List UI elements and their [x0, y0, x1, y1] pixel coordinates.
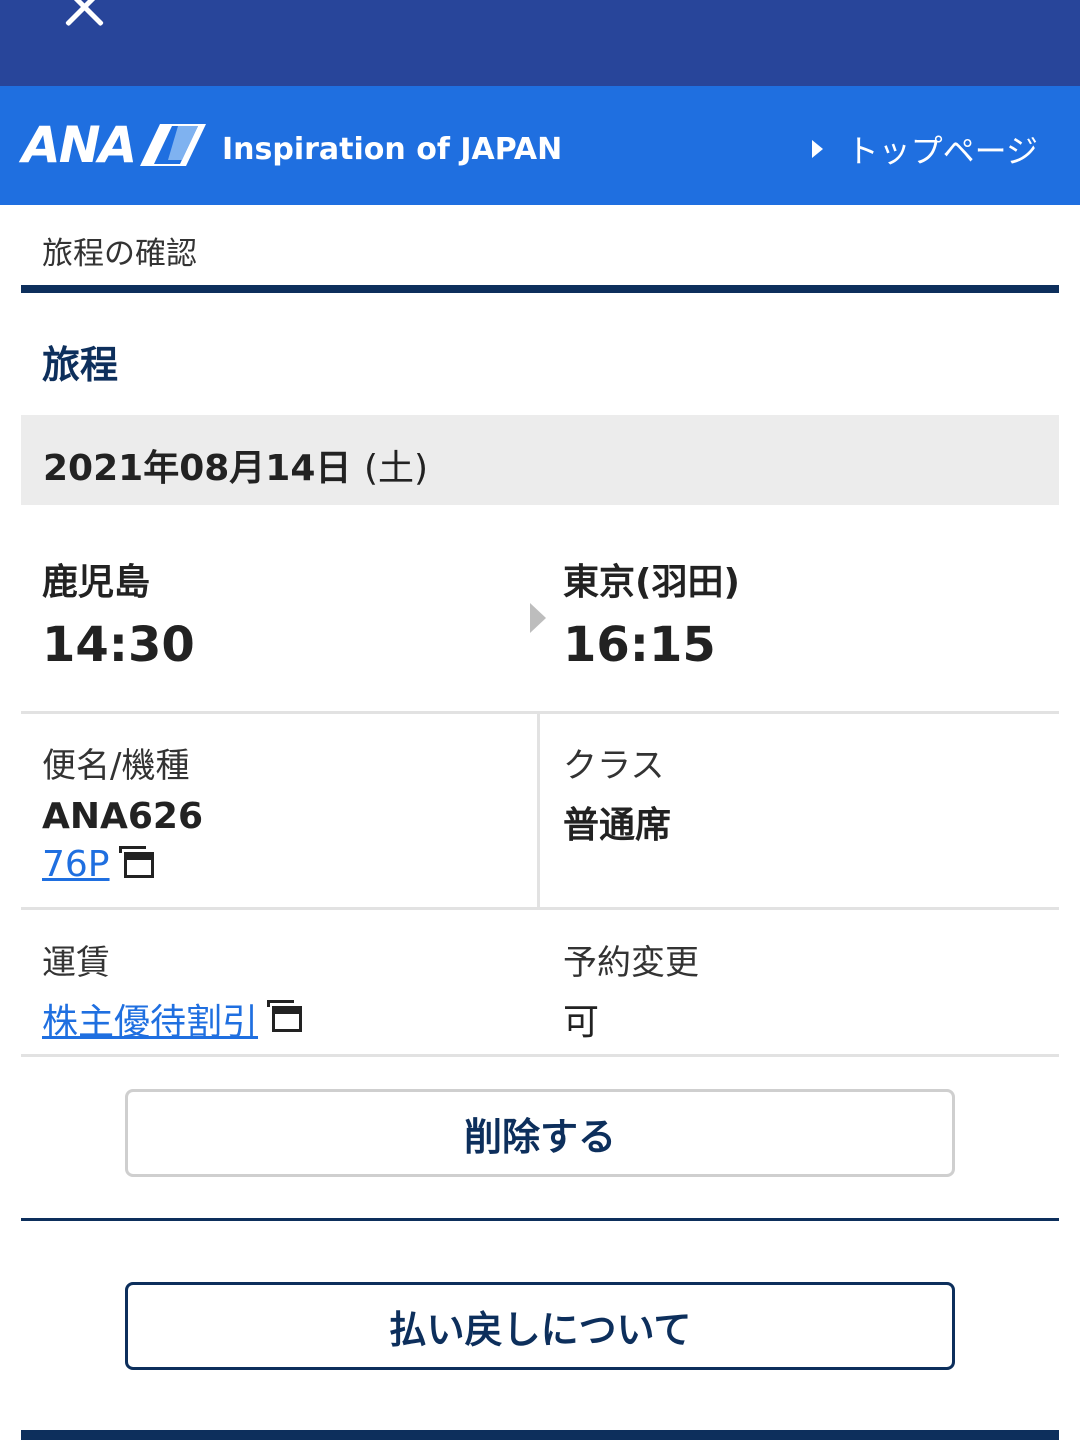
close-icon[interactable]: [58, 0, 110, 32]
change-value: 可: [563, 1002, 600, 1043]
fare-label: 運賃: [42, 943, 110, 983]
flight-day-of-week: (土): [363, 448, 429, 489]
divider: [537, 713, 540, 909]
refund-button[interactable]: 払い戻しについて: [125, 1282, 955, 1370]
top-page-link[interactable]: トップページ: [811, 126, 1038, 172]
divider: [21, 1430, 1059, 1440]
aircraft-link[interactable]: 76P: [42, 844, 154, 885]
aircraft-link-label: 76P: [42, 844, 110, 885]
new-window-icon: [267, 1000, 303, 1032]
page-title: 旅程の確認: [42, 236, 197, 272]
flight-date: 2021年08月14日 (土): [43, 439, 428, 491]
flight-date-value: 2021年08月14日: [43, 448, 352, 489]
departure-city: 鹿児島: [42, 562, 151, 603]
divider: [537, 909, 540, 1055]
flight-label: 便名/機種: [42, 746, 190, 786]
route-arrow-icon: [530, 603, 546, 633]
divider: [21, 285, 1059, 293]
divider: [21, 711, 1059, 714]
fare-link-label: 株主優待割引: [42, 1002, 259, 1043]
class-value: 普通席: [563, 805, 672, 846]
tagline: Inspiration of JAPAN: [222, 132, 563, 167]
fare-link[interactable]: 株主優待割引: [42, 993, 303, 1045]
new-window-icon: [118, 845, 154, 878]
flight-number: ANA626: [42, 796, 203, 837]
departure-time: 14:30: [42, 617, 195, 673]
section-title: 旅程: [42, 343, 119, 387]
change-label: 予約変更: [563, 943, 699, 983]
date-band: 2021年08月14日 (土): [21, 415, 1059, 505]
top-bar: [0, 0, 1080, 86]
arrival-city: 東京(羽田): [563, 562, 740, 603]
divider: [21, 907, 1059, 910]
triangle-right-icon: [811, 140, 823, 158]
divider: [21, 1054, 1059, 1057]
site-header: ANA Inspiration of JAPAN トップページ: [0, 86, 1080, 205]
class-label: クラス: [563, 746, 665, 786]
top-page-link-label: トップページ: [846, 132, 1038, 170]
ana-logo-mark-icon: [140, 124, 206, 166]
arrival-time: 16:15: [563, 617, 716, 673]
ana-logo[interactable]: ANA: [22, 116, 137, 174]
delete-button[interactable]: 削除する: [125, 1089, 955, 1177]
divider: [21, 1218, 1059, 1221]
